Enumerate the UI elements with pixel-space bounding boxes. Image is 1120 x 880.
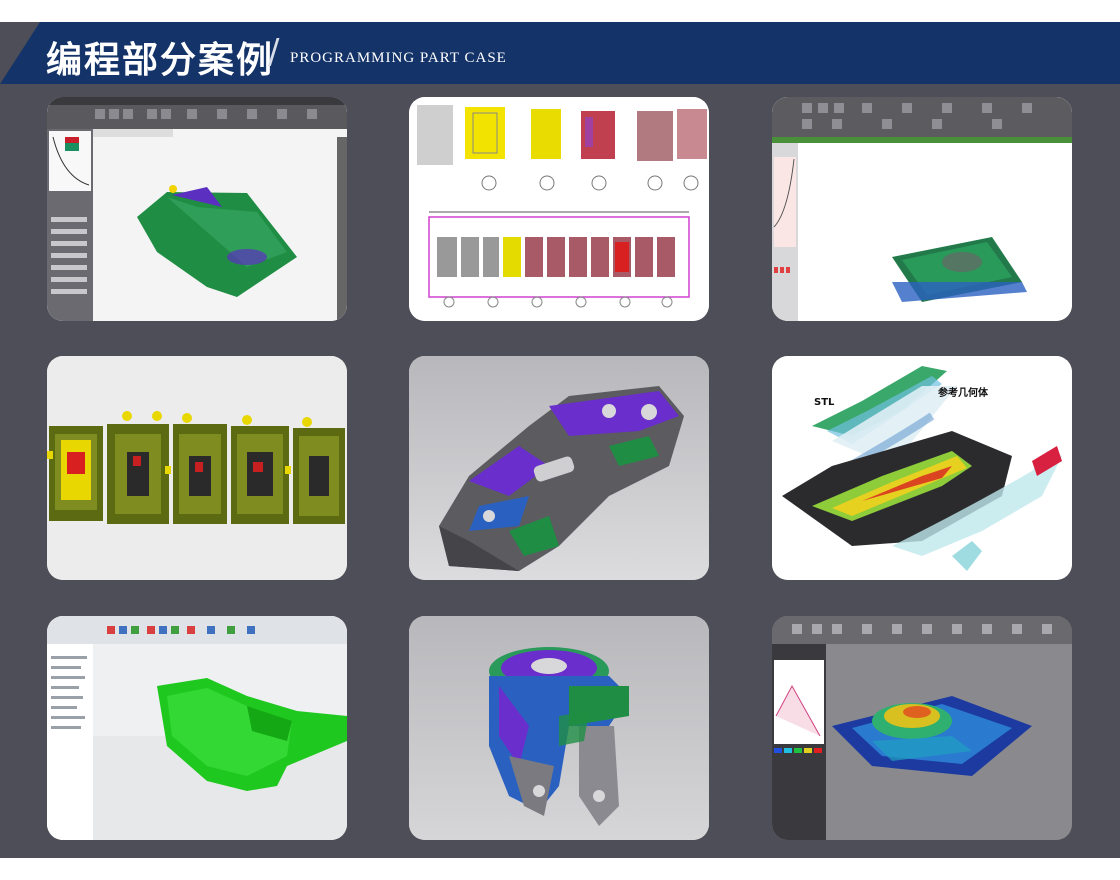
cad-screenshot-image [772, 97, 1072, 321]
case-card-6[interactable]: STL 参考几何体 [772, 356, 1072, 580]
die-layout-drawing-image [409, 97, 709, 321]
case-card-9[interactable] [772, 616, 1072, 840]
bracket-render-image [409, 356, 709, 580]
page-title: 编程部分案例 [46, 40, 275, 81]
title-divider: / [268, 32, 280, 72]
case-card-1[interactable] [47, 97, 347, 321]
cad-screenshot-image [772, 616, 1072, 840]
case-card-2[interactable] [409, 97, 709, 321]
page-subtitle: PROGRAMMING PART CASE [290, 50, 507, 66]
stl-label: STL [814, 397, 835, 408]
casting-render-image [409, 616, 709, 840]
case-card-3[interactable] [772, 97, 1072, 321]
header-banner: 编程部分案例 / PROGRAMMING PART CASE [0, 22, 1120, 84]
case-card-4[interactable] [47, 356, 347, 580]
case-card-5[interactable] [409, 356, 709, 580]
reference-geometry-label: 参考几何体 [938, 386, 989, 399]
case-card-8[interactable] [409, 616, 709, 840]
progressive-die-render-image [47, 356, 347, 580]
cad-screenshot-image [47, 97, 347, 321]
case-card-7[interactable] [47, 616, 347, 840]
cad-screenshot-image [47, 616, 347, 840]
stl-reference-diagram-image: STL 参考几何体 [772, 356, 1072, 580]
